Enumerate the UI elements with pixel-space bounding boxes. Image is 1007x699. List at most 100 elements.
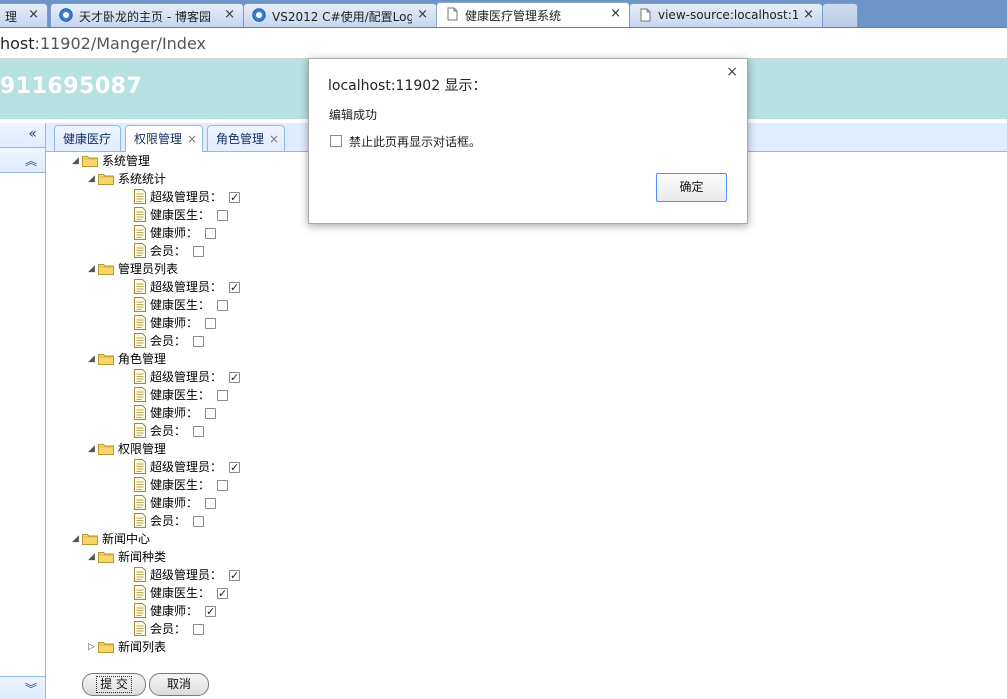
role-checkbox[interactable]	[217, 210, 228, 221]
role-checkbox[interactable]	[205, 228, 216, 239]
expand-toggle-icon[interactable]: ▷	[88, 638, 95, 656]
role-checkbox[interactable]	[193, 624, 204, 635]
url-text[interactable]: host:11902/Manger/Index	[0, 34, 206, 53]
role-checkbox[interactable]	[217, 300, 228, 311]
suppress-dialogs-checkbox[interactable]	[330, 135, 342, 147]
checkmark-icon: ✓	[230, 569, 240, 582]
file-icon	[134, 315, 146, 330]
ok-button[interactable]: 确定	[656, 173, 727, 202]
close-icon[interactable]: ×	[187, 127, 197, 151]
checkmark-icon: ✓	[206, 605, 216, 618]
file-icon	[134, 297, 146, 312]
close-icon[interactable]: ×	[417, 7, 428, 22]
tab-label: 角色管理	[216, 132, 265, 146]
suppress-dialogs-label[interactable]: 禁止此页再显示对话框。	[349, 133, 481, 150]
file-icon	[134, 333, 146, 348]
role-checkbox[interactable]: ✓	[229, 281, 240, 294]
new-tab-button[interactable]	[822, 3, 858, 27]
folder-icon	[98, 642, 114, 653]
folder-icon	[98, 444, 114, 455]
tab-label: 健康医疗	[63, 132, 112, 146]
browser-tab-title: 理	[5, 10, 18, 24]
role-checkbox[interactable]	[193, 516, 204, 527]
role-checkbox[interactable]: ✓	[217, 587, 228, 600]
close-icon[interactable]: ×	[28, 7, 39, 22]
permission-tree: ◢ 系统管理 ◢ 系统统计超级管理员： ✓ 健康医生： 健康师： 会员： ◢ 管理员列表超级管理员…	[46, 152, 1007, 699]
checkmark-icon: ✓	[230, 191, 240, 204]
tab-role-management[interactable]: 角色管理 ×	[207, 125, 285, 151]
left-nav-panel: « ︽ ︾	[0, 123, 46, 699]
tree-node-label[interactable]: 系统统计	[118, 170, 166, 188]
collapse-toggle-icon[interactable]: ◢	[72, 152, 79, 170]
file-icon	[134, 621, 146, 636]
browser-tab-1[interactable]: 理 ×	[0, 3, 48, 27]
checkmark-icon: ✓	[230, 371, 240, 384]
browser-tab-5[interactable]: view-source:localhost:11 ×	[629, 3, 823, 27]
role-checkbox[interactable]	[217, 390, 228, 401]
close-icon[interactable]: ×	[726, 64, 738, 80]
folder-icon	[98, 552, 114, 563]
role-checkbox[interactable]: ✓	[229, 191, 240, 204]
file-icon	[134, 207, 146, 222]
dialog-message: 编辑成功	[329, 108, 378, 122]
role-checkbox[interactable]	[205, 408, 216, 419]
folder-icon	[82, 156, 98, 167]
accordion-header[interactable]: ︽	[0, 148, 45, 173]
tree-node-label[interactable]: 新闻种类	[118, 548, 166, 566]
close-icon[interactable]: ×	[803, 7, 814, 22]
collapse-toggle-icon[interactable]: ◢	[88, 548, 95, 566]
chevron-down-icon[interactable]: ︾	[25, 680, 37, 697]
role-label: 健康医生：	[150, 586, 211, 600]
chevron-up-icon[interactable]: ︽	[25, 152, 37, 169]
role-checkbox[interactable]	[205, 498, 216, 509]
role-label: 超级管理员：	[150, 280, 223, 294]
role-checkbox[interactable]: ✓	[229, 569, 240, 582]
browser-tab-4[interactable]: 健康医疗管理系统 ×	[436, 2, 630, 27]
role-label: 会员：	[150, 622, 187, 636]
close-icon[interactable]: ×	[269, 127, 279, 151]
role-checkbox[interactable]	[193, 426, 204, 437]
browser-tab-title: VS2012 C#使用/配置Log	[272, 10, 412, 24]
role-checkbox[interactable]: ✓	[229, 371, 240, 384]
role-label: 会员：	[150, 514, 187, 528]
tree-node-label[interactable]: 系统管理	[102, 152, 150, 170]
role-checkbox[interactable]	[217, 480, 228, 491]
close-icon[interactable]: ×	[224, 7, 235, 22]
cancel-button[interactable]: 取消	[149, 673, 209, 696]
collapse-toggle-icon[interactable]: ◢	[88, 440, 95, 458]
tab-permission-management[interactable]: 权限管理 ×	[125, 125, 203, 152]
file-icon	[134, 369, 146, 384]
collapse-toggle-icon[interactable]: ◢	[88, 350, 95, 368]
tree-node-label[interactable]: 新闻列表	[118, 638, 166, 656]
cancel-button-label: 取消	[166, 677, 191, 691]
collapse-toggle-icon[interactable]: ◢	[88, 260, 95, 278]
url-path: :11902/Manger/Index	[34, 34, 206, 53]
collapse-toggle-icon[interactable]: ◢	[88, 170, 95, 188]
browser-tab-3[interactable]: VS2012 C#使用/配置Log ×	[243, 3, 437, 27]
page-favicon-icon	[640, 8, 651, 22]
file-icon	[134, 603, 146, 618]
accordion-footer[interactable]: ︾	[0, 676, 45, 699]
collapse-toggle-icon[interactable]: ◢	[72, 530, 79, 548]
role-checkbox[interactable]	[193, 246, 204, 257]
role-label: 会员：	[150, 424, 187, 438]
tree-node-label[interactable]: 权限管理	[118, 440, 166, 458]
role-label: 健康师：	[150, 316, 199, 330]
browser-tab-2[interactable]: 天才卧龙的主页 - 博客园 ×	[50, 3, 244, 27]
role-checkbox[interactable]	[193, 336, 204, 347]
role-checkbox[interactable]: ✓	[205, 605, 216, 618]
tree-node-label[interactable]: 角色管理	[118, 350, 166, 368]
role-checkbox[interactable]: ✓	[229, 461, 240, 474]
close-icon[interactable]: ×	[610, 6, 621, 21]
tab-health-care[interactable]: 健康医疗	[54, 125, 121, 151]
tree-node-label[interactable]: 新闻中心	[102, 530, 150, 548]
role-checkbox[interactable]	[205, 318, 216, 329]
tree-node-label[interactable]: 管理员列表	[118, 260, 178, 278]
collapse-left-icon[interactable]: «	[28, 126, 37, 142]
role-label: 超级管理员：	[150, 370, 223, 384]
browser-tab-title: 天才卧龙的主页 - 博客园	[79, 10, 211, 24]
submit-button[interactable]: 提 交	[82, 673, 146, 696]
address-bar[interactable]: host:11902/Manger/Index	[0, 28, 1007, 59]
file-icon	[134, 225, 146, 240]
page-favicon-icon	[447, 7, 458, 21]
